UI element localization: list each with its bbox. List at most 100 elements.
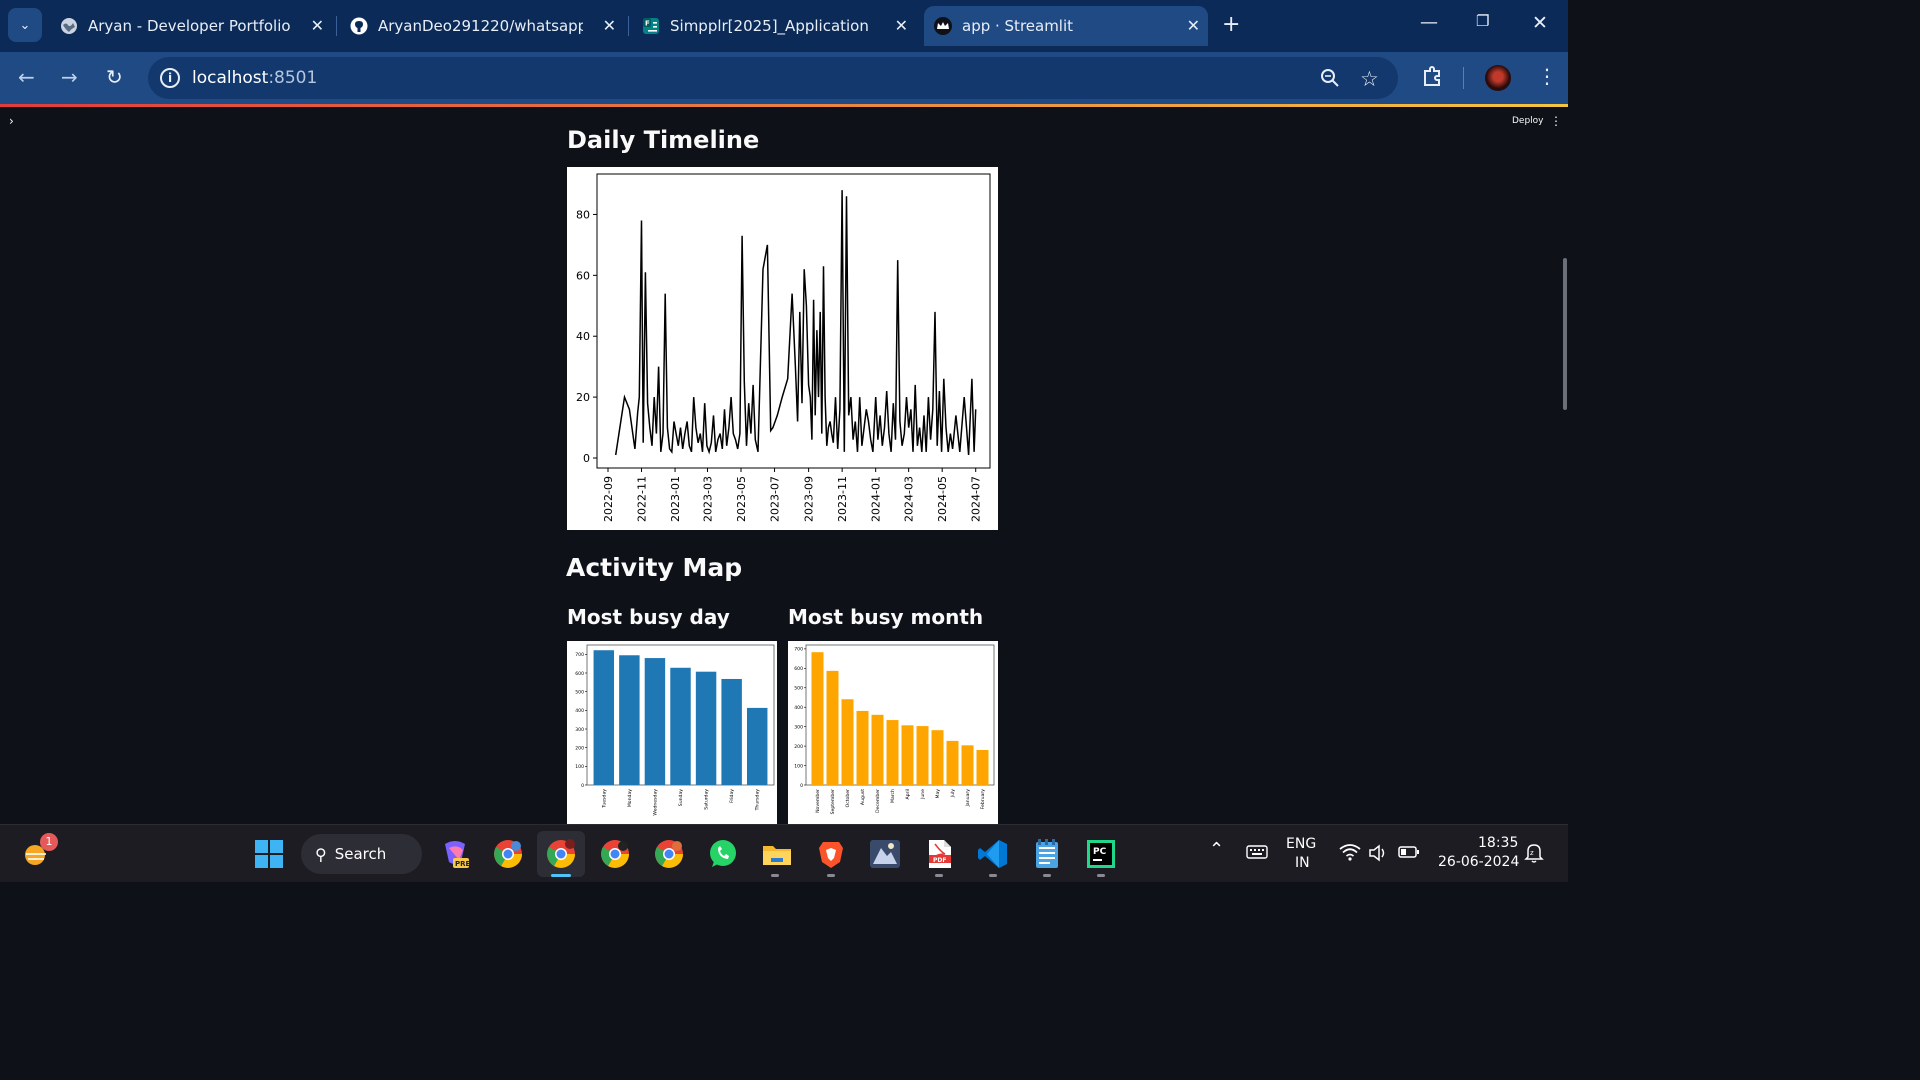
y-tick-label: 0 (583, 452, 590, 465)
x-tick-label: September (830, 789, 836, 815)
close-icon[interactable]: ✕ (1187, 16, 1200, 35)
notepad-icon[interactable] (1031, 838, 1063, 870)
daily-timeline-heading: Daily Timeline (567, 126, 760, 154)
x-tick-label: June (920, 789, 926, 800)
zoom-icon[interactable] (1320, 68, 1340, 88)
running-indicator (989, 874, 997, 877)
weather-widget[interactable]: 1 (22, 833, 58, 869)
x-tick-label: 2023-07 (769, 476, 782, 522)
x-tick-label: 2023-01 (669, 476, 682, 522)
bar (901, 725, 914, 785)
new-tab-button[interactable]: + (1222, 12, 1240, 37)
tab-search-button[interactable]: ⌄ (8, 8, 42, 42)
pycharm-icon[interactable]: PC (1085, 838, 1117, 870)
bar (946, 740, 959, 785)
x-tick-label: July (950, 789, 956, 799)
whatsapp-icon[interactable] (707, 838, 739, 870)
close-icon[interactable]: ✕ (895, 16, 908, 35)
chrome-icon[interactable] (545, 838, 577, 870)
bar (886, 720, 899, 785)
info-icon[interactable]: i (160, 68, 180, 88)
minimize-icon[interactable]: — (1420, 12, 1438, 33)
y-tick-label: 0 (581, 783, 584, 789)
clock-date[interactable]: 26-06-2024 (1438, 854, 1519, 870)
forward-icon[interactable]: → (61, 65, 78, 89)
copilot-icon[interactable]: PRE (439, 838, 471, 870)
running-indicator (1097, 874, 1105, 877)
header-decoration-line (0, 104, 1568, 107)
y-tick-label: 0 (800, 783, 803, 789)
tab-portfolio[interactable]: Aryan - Developer Portfolio ✕ (52, 6, 332, 46)
svg-text:z: z (1530, 849, 1534, 857)
y-tick-label: 600 (575, 671, 584, 677)
keyboard-icon[interactable] (1246, 845, 1268, 859)
tray-overflow-chevron-icon[interactable]: ⌃ (1209, 839, 1224, 860)
address-bar[interactable]: i localhost:8501 ☆ (148, 57, 1398, 99)
language-indicator[interactable]: ENG (1286, 836, 1316, 852)
busy-month-figure: November September October August December Ma… (788, 641, 998, 824)
y-tick-label: 400 (575, 708, 584, 714)
deploy-button[interactable]: Deploy (1512, 116, 1544, 126)
svg-text:F: F (645, 20, 650, 28)
bar (976, 750, 989, 785)
reload-icon[interactable]: ↻ (106, 65, 123, 89)
bookmark-star-icon[interactable]: ☆ (1360, 67, 1379, 91)
wifi-icon[interactable] (1339, 843, 1361, 861)
x-tick-label: 2024-07 (970, 476, 983, 522)
clock-time[interactable]: 18:35 (1478, 835, 1518, 851)
sidebar-expand-icon[interactable]: › (9, 114, 14, 128)
volume-icon[interactable] (1368, 844, 1388, 862)
bar (856, 710, 869, 785)
x-tick-label: February (980, 789, 986, 810)
app-menu-icon[interactable]: ⋮ (1550, 114, 1562, 128)
timeline-heading-clip: Daily Timeline (567, 108, 1007, 154)
photo-app-icon[interactable] (869, 838, 901, 870)
pdf-reader-icon[interactable]: PDF (923, 838, 955, 870)
chrome-profile-icon[interactable] (599, 838, 631, 870)
y-tick-label: 40 (576, 330, 590, 343)
battery-icon[interactable] (1398, 845, 1420, 859)
y-tick-label: 400 (794, 705, 803, 711)
tab-label: Simpplr[2025]_Application Form (670, 17, 875, 35)
back-icon[interactable]: ← (18, 65, 35, 89)
x-tick-label: 2024-01 (870, 476, 883, 522)
github-icon (350, 17, 368, 35)
toolbar-divider (1463, 67, 1464, 89)
forms-icon: F (643, 18, 659, 34)
tab-separator (336, 16, 337, 36)
daily-timeline-figure: 0 20 40 60 80 2022-09 2022-11 2023-01 2023-03 202… (567, 167, 998, 530)
y-tick-label: 500 (794, 686, 803, 692)
tab-forms[interactable]: F Simpplr[2025]_Application Form ✕ (636, 6, 916, 46)
windows-start-icon[interactable] (253, 838, 285, 870)
close-icon[interactable]: ✕ (603, 16, 616, 35)
x-tick-label: Friday (729, 789, 735, 803)
close-window-icon[interactable]: ✕ (1532, 12, 1548, 34)
vscode-icon[interactable] (977, 838, 1009, 870)
tab-streamlit[interactable]: app · Streamlit ✕ (924, 6, 1208, 46)
bar (721, 678, 742, 785)
close-icon[interactable]: ✕ (311, 16, 324, 35)
notification-bell-icon[interactable]: z (1524, 842, 1544, 864)
profile-avatar[interactable] (1485, 65, 1511, 91)
x-tick-label: March (890, 789, 896, 803)
x-tick-label: 2023-09 (803, 476, 816, 522)
page-scrollbar[interactable] (1563, 258, 1567, 410)
x-tick-label: October (845, 789, 851, 807)
y-tick-label: 500 (575, 689, 584, 695)
file-explorer-icon[interactable] (761, 838, 793, 870)
streamlit-crown-icon (934, 17, 952, 35)
brave-icon[interactable] (815, 838, 847, 870)
restore-icon[interactable]: ❐ (1476, 12, 1489, 30)
x-tick-label: April (905, 789, 911, 800)
browser-toolbar: ← → ↻ i localhost:8501 ☆ ⋮ (0, 52, 1568, 104)
chrome-profile-icon[interactable] (653, 838, 685, 870)
tab-github[interactable]: AryanDeo291220/whatsapp_cha ✕ (344, 6, 624, 46)
taskbar-search[interactable]: ⚲ Search (301, 834, 422, 874)
chrome-profile-icon[interactable] (492, 838, 524, 870)
screen: ⌄ Aryan - Developer Portfolio ✕ AryanDeo… (0, 0, 1568, 882)
active-indicator (551, 874, 571, 877)
menu-kebab-icon[interactable]: ⋮ (1537, 64, 1557, 88)
tab-separator (628, 16, 629, 36)
extensions-icon[interactable] (1421, 65, 1443, 87)
tab-label: app · Streamlit (962, 17, 1074, 35)
